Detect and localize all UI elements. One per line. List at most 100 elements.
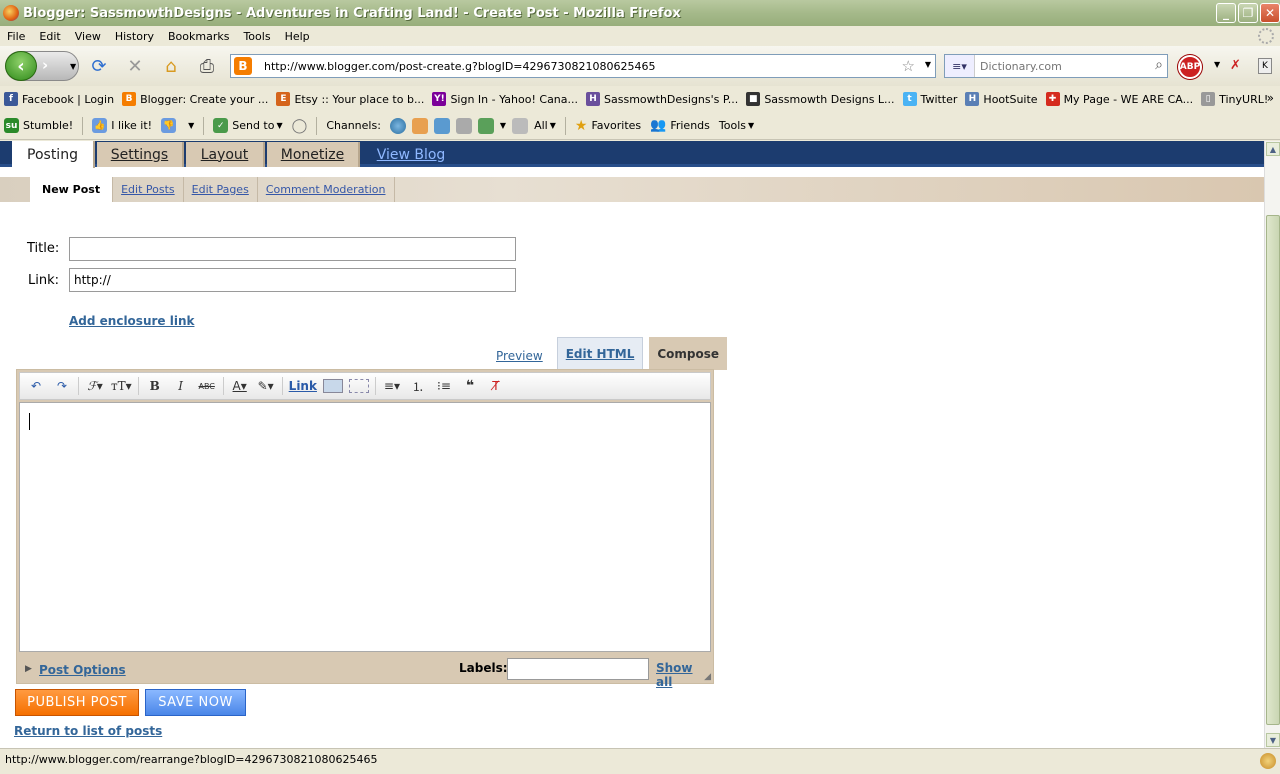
labels-input[interactable] bbox=[507, 658, 649, 680]
bookmark-item[interactable]: ✚ My Page - WE ARE CA... bbox=[1045, 92, 1193, 106]
dislike-button[interactable]: 👎 ▼ bbox=[161, 118, 194, 133]
minimize-button[interactable]: _ bbox=[1216, 3, 1236, 23]
url-text[interactable]: http://www.blogger.com/post-create.g?blo… bbox=[264, 60, 656, 73]
maximize-button[interactable]: ❐ bbox=[1238, 3, 1258, 23]
search-engine-icon[interactable]: ≡▾ bbox=[945, 55, 975, 77]
publish-post-button[interactable]: PUBLISH POST bbox=[15, 689, 139, 716]
bookmark-item[interactable]: B Blogger: Create your ... bbox=[122, 92, 268, 106]
tab-layout[interactable]: Layout bbox=[186, 142, 265, 167]
subtab-edit-posts[interactable]: Edit Posts bbox=[113, 177, 184, 202]
insert-image-icon[interactable] bbox=[322, 379, 343, 393]
addon-icon[interactable]: ✗ bbox=[1230, 58, 1241, 73]
tag-channel-icon[interactable] bbox=[512, 117, 529, 134]
insert-link-button[interactable]: Link bbox=[289, 376, 317, 396]
font-size-icon[interactable]: тT▾ bbox=[111, 376, 132, 396]
menu-file[interactable]: File bbox=[0, 30, 32, 43]
menu-edit[interactable]: Edit bbox=[32, 30, 67, 43]
scroll-down-icon[interactable]: ▼ bbox=[1266, 733, 1280, 747]
close-window-button[interactable]: ✕ bbox=[1260, 3, 1280, 23]
highlight-color-icon[interactable]: ✎▾ bbox=[256, 376, 276, 396]
tab-view-blog[interactable]: View Blog bbox=[366, 142, 456, 167]
all-channels-button[interactable]: All ▼ bbox=[534, 119, 556, 132]
vertical-scrollbar[interactable]: ▲ ▼ bbox=[1264, 141, 1280, 748]
favorites-button[interactable]: ★ Favorites bbox=[575, 118, 641, 134]
bookmark-item[interactable]: ■ Sassmowth Designs L... bbox=[746, 92, 895, 106]
italic-icon[interactable]: I bbox=[171, 376, 191, 396]
shuffle-channel-icon[interactable] bbox=[477, 117, 494, 134]
tab-posting[interactable]: Posting bbox=[12, 141, 95, 168]
status-addon-icon[interactable] bbox=[1260, 753, 1276, 769]
menu-view[interactable]: View bbox=[68, 30, 108, 43]
bookmark-star-icon[interactable]: ☆ bbox=[902, 57, 915, 75]
friends-button[interactable]: 👥 Friends bbox=[650, 118, 710, 133]
addon-k-icon[interactable]: K bbox=[1258, 58, 1272, 74]
forward-button[interactable]: › bbox=[42, 56, 48, 74]
return-to-posts-link[interactable]: Return to list of posts bbox=[14, 724, 162, 738]
tv-channel-icon[interactable] bbox=[455, 117, 472, 134]
post-options-link[interactable]: Post Options bbox=[39, 663, 126, 677]
expand-arrow-icon[interactable]: ▶ bbox=[25, 664, 32, 674]
stop-icon[interactable]: ✕ bbox=[124, 56, 146, 77]
insert-video-icon[interactable] bbox=[348, 379, 369, 393]
redo-icon[interactable]: ↷ bbox=[52, 376, 72, 396]
adblock-icon[interactable]: ABP bbox=[1178, 55, 1202, 79]
subtab-edit-pages[interactable]: Edit Pages bbox=[184, 177, 258, 202]
subtab-new-post[interactable]: New Post bbox=[30, 177, 114, 202]
comment-button[interactable]: ◯ bbox=[292, 118, 308, 134]
address-bar[interactable]: B http://www.blogger.com/post-create.g?b… bbox=[230, 54, 936, 78]
add-enclosure-link[interactable]: Add enclosure link bbox=[69, 314, 194, 328]
people-channel-icon[interactable] bbox=[411, 117, 428, 134]
url-dropdown-icon[interactable]: ▼ bbox=[925, 60, 931, 69]
adblock-dropdown-icon[interactable]: ▼ bbox=[1214, 60, 1220, 69]
search-input[interactable] bbox=[980, 59, 1140, 73]
bookmark-item[interactable]: H HootSuite bbox=[965, 92, 1038, 106]
numbered-list-icon[interactable]: ⒈ bbox=[408, 376, 428, 396]
compose-tab[interactable]: Compose bbox=[649, 337, 728, 370]
bookmark-item[interactable]: f Facebook | Login bbox=[4, 92, 114, 106]
subtab-comment-moderation[interactable]: Comment Moderation bbox=[258, 177, 395, 202]
stumble-tools-button[interactable]: Tools ▼ bbox=[719, 119, 754, 132]
bookmark-item[interactable]: H SassmowthDesigns's P... bbox=[586, 92, 738, 106]
preview-tab[interactable]: Preview bbox=[488, 341, 551, 370]
history-dropdown-icon[interactable]: ▼ bbox=[70, 62, 76, 71]
menu-bookmarks[interactable]: Bookmarks bbox=[161, 30, 236, 43]
menu-history[interactable]: History bbox=[108, 30, 161, 43]
photo-channel-icon[interactable] bbox=[433, 117, 450, 134]
menu-help[interactable]: Help bbox=[278, 30, 317, 43]
stumble-button[interactable]: su Stumble! bbox=[4, 118, 73, 133]
bookmark-item[interactable]: Y! Sign In - Yahoo! Cana... bbox=[432, 92, 578, 106]
text-color-icon[interactable]: A▾ bbox=[230, 376, 250, 396]
undo-icon[interactable]: ↶ bbox=[26, 376, 46, 396]
post-body-editor[interactable] bbox=[19, 402, 711, 652]
like-button[interactable]: 👍 I like it! bbox=[92, 118, 152, 133]
remove-formatting-icon[interactable]: T̸ bbox=[486, 376, 506, 396]
print-icon[interactable]: ⎙ bbox=[196, 56, 218, 77]
post-link-input[interactable] bbox=[69, 268, 516, 292]
strikethrough-icon[interactable]: ABC bbox=[197, 376, 217, 396]
home-icon[interactable]: ⌂ bbox=[160, 56, 182, 77]
tab-monetize[interactable]: Monetize bbox=[267, 142, 360, 167]
bookmark-item[interactable]: ▯ TinyURL! bbox=[1201, 92, 1268, 106]
save-now-button[interactable]: SAVE NOW bbox=[145, 689, 246, 716]
bold-icon[interactable]: B bbox=[145, 376, 165, 396]
resize-grip-icon[interactable]: ◢ bbox=[704, 672, 711, 682]
search-icon[interactable]: ⌕ bbox=[1155, 57, 1163, 73]
bookmark-item[interactable]: t Twitter bbox=[902, 92, 957, 106]
channel-dropdown-icon[interactable]: ▼ bbox=[500, 121, 506, 130]
align-icon[interactable]: ≡▾ bbox=[382, 376, 402, 396]
edit-html-tab[interactable]: Edit HTML bbox=[556, 337, 644, 370]
send-to-button[interactable]: ✓ Send to ▼ bbox=[213, 118, 283, 133]
dislike-dropdown-icon[interactable]: ▼ bbox=[188, 121, 194, 130]
font-family-icon[interactable]: ℱ▾ bbox=[85, 376, 105, 396]
reload-icon[interactable]: ⟳ bbox=[88, 56, 110, 77]
scroll-up-icon[interactable]: ▲ bbox=[1266, 142, 1280, 156]
post-title-input[interactable] bbox=[69, 237, 516, 261]
globe-channel-icon[interactable] bbox=[389, 117, 406, 134]
search-box[interactable]: ≡▾ ⌕ bbox=[944, 54, 1168, 78]
bullet-list-icon[interactable]: ⁝≡ bbox=[434, 376, 454, 396]
back-button[interactable]: ‹ bbox=[5, 51, 37, 81]
bookmarks-overflow-icon[interactable]: » bbox=[1267, 91, 1274, 105]
bookmark-item[interactable]: E Etsy :: Your place to b... bbox=[276, 92, 424, 106]
scroll-thumb[interactable] bbox=[1266, 215, 1280, 725]
blockquote-icon[interactable]: ❝ bbox=[460, 376, 480, 396]
